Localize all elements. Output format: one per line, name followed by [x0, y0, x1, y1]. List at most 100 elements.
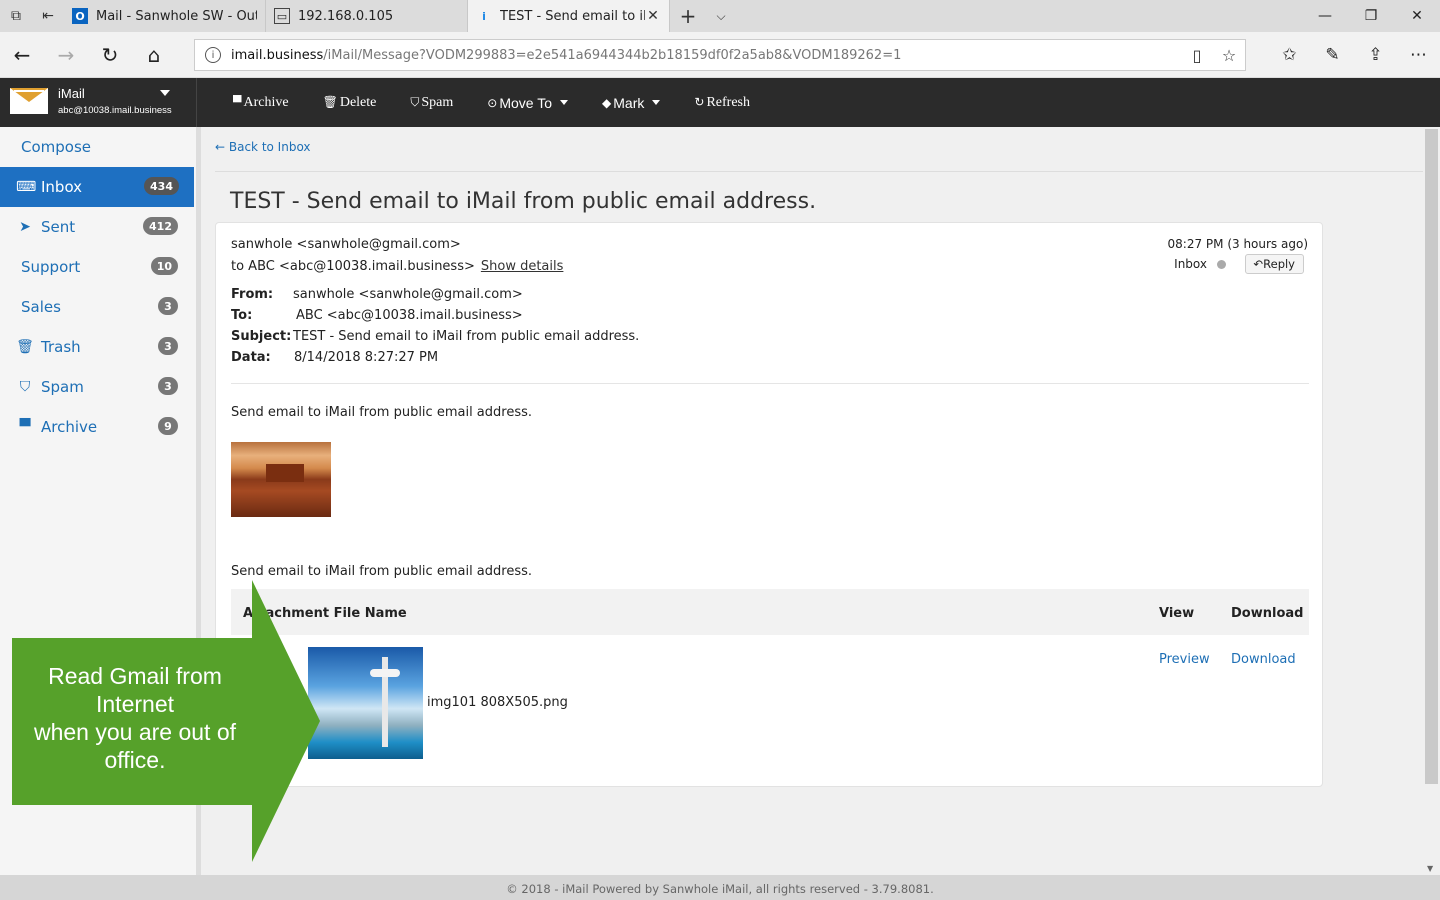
divider	[231, 383, 1309, 384]
browser-tab-router[interactable]: ▭ 192.168.0.105	[266, 0, 468, 32]
pen-icon[interactable]: ✎	[1311, 32, 1354, 78]
attachment-thumbnail[interactable]	[308, 647, 423, 759]
scrollbar-thumb[interactable]	[1425, 129, 1438, 784]
message-time: 08:27 PM (3 hours ago)	[1167, 237, 1308, 251]
tab-title: 192.168.0.105	[298, 8, 394, 24]
close-tab-icon[interactable]: ✕	[645, 8, 661, 24]
sidebar-item-label: Sales	[21, 298, 61, 316]
reply-button[interactable]: ↶ Reply	[1244, 254, 1304, 274]
sidebar-item-label: Sent	[41, 218, 76, 236]
sidebar-item-sent[interactable]: ➤ Sent 412	[0, 207, 196, 247]
attachment-filename: img101 808X505.png	[427, 695, 568, 710]
compose-label: Compose	[21, 138, 92, 156]
inline-image[interactable]	[231, 442, 331, 517]
recipient-line: to ABC <abc@10038.imail.business> Show de…	[231, 259, 563, 274]
caret-down-icon	[560, 100, 569, 105]
count-badge: 10	[150, 257, 178, 275]
trash-icon: 🗑	[322, 95, 338, 109]
sidebar-item-sales[interactable]: Sales 3	[0, 287, 196, 327]
sender-line: sanwhole <sanwhole@gmail.com>	[231, 237, 461, 252]
tag-icon: ◆	[602, 95, 612, 110]
account-switcher[interactable]: iMail abc@10038.imail.business	[0, 78, 197, 127]
move-to-button[interactable]: ⊙ Move To	[487, 94, 569, 111]
browser-tab-strip: ⧉ ⇤ O Mail - Sanwhole SW - Outlo ▭ 192.1…	[0, 0, 1440, 32]
close-window-icon[interactable]: ✕	[1394, 0, 1440, 32]
sidebar-item-inbox[interactable]: ⌨ Inbox 434	[0, 167, 194, 207]
sidebar-item-trash[interactable]: 🗑 Trash 3	[0, 327, 196, 367]
preview-link[interactable]: Preview	[1159, 652, 1210, 667]
download-link[interactable]: Download	[1231, 652, 1296, 667]
set-aside-tabs-icon[interactable]: ⇤	[32, 0, 64, 32]
thumbnail-tower-top	[370, 669, 400, 677]
reading-view-icon[interactable]: ▯	[1181, 46, 1213, 65]
address-host: imail.business	[231, 47, 324, 63]
arrow-left-icon: ←	[215, 140, 229, 154]
back-arrow-icon[interactable]: ←	[0, 32, 44, 78]
delete-button[interactable]: 🗑 Delete	[323, 95, 377, 111]
brand-name: iMail	[58, 86, 85, 101]
address-bar[interactable]: i imail.business /iMail/Message?VODM2998…	[194, 39, 1246, 71]
account-email: abc@10038.imail.business	[58, 105, 172, 116]
folder-label: Inbox	[1174, 257, 1207, 271]
archive-icon: ▀	[233, 95, 242, 109]
more-icon[interactable]: ⋯	[1397, 32, 1440, 78]
home-icon[interactable]: ⌂	[132, 32, 176, 78]
sidebar-item-spam[interactable]: ⛉ Spam 3	[0, 367, 196, 407]
circle-arrow-icon: ⊙	[487, 95, 498, 110]
vertical-scrollbar[interactable]: ▼	[1423, 127, 1440, 875]
archive-button[interactable]: ▀ Archive	[233, 95, 289, 111]
spam-button[interactable]: ⛉ Spam	[410, 95, 453, 111]
sidebar-item-label: Trash	[41, 338, 81, 356]
footer: © 2018 - iMail Powered by Sanwhole iMail…	[0, 875, 1440, 900]
browser-tab-imail[interactable]: i TEST - Send email to iM ✕	[468, 0, 670, 32]
subject-value: TEST - Send email to iMail from public e…	[293, 329, 640, 344]
shield-icon: ⛉	[19, 379, 31, 395]
show-details-link[interactable]: Show details	[481, 259, 564, 274]
back-label: Back to Inbox	[228, 140, 311, 154]
message-body-text: Send email to iMail from public email ad…	[231, 564, 533, 579]
new-tab-icon[interactable]: +	[670, 0, 706, 32]
mark-button[interactable]: ◆ Mark	[602, 95, 661, 111]
date-value: 8/14/2018 8:27:27 PM	[294, 350, 439, 365]
sidebar-item-support[interactable]: Support 10	[0, 247, 196, 287]
callout-arrow-shape	[252, 580, 320, 862]
move-to-label: Move To	[499, 94, 553, 111]
sidebar-item-label: Archive	[41, 418, 98, 436]
browser-toolbar-right: ✩ ✎ ⇪ ⋯	[1268, 32, 1440, 78]
refresh-icon[interactable]: ↻	[88, 32, 132, 78]
favorite-star-icon[interactable]: ☆	[1213, 46, 1245, 65]
compose-link[interactable]: Compose	[0, 127, 196, 167]
refresh-button[interactable]: ↻ Refresh	[694, 95, 750, 111]
back-to-inbox-link[interactable]: ← Back to Inbox	[215, 140, 311, 154]
browser-tab-outlook[interactable]: O Mail - Sanwhole SW - Outlo	[64, 0, 266, 32]
restore-icon[interactable]: ❐	[1348, 0, 1394, 32]
trash-icon: 🗑	[16, 339, 34, 355]
sidebar-item-archive[interactable]: ▀ Archive 9	[0, 407, 196, 447]
count-badge: 3	[158, 337, 178, 355]
address-path: /iMail/Message?VODM299883=e2e541a6944344…	[323, 47, 902, 63]
page-title: TEST - Send email to iMail from public e…	[230, 189, 817, 214]
message-body-text: Send email to iMail from public email ad…	[231, 405, 533, 420]
shield-icon: ⛉	[410, 95, 420, 109]
scroll-down-icon[interactable]: ▼	[1427, 864, 1433, 873]
minimize-icon[interactable]: —	[1302, 0, 1348, 32]
archive-icon: ▀	[19, 419, 31, 435]
share-icon[interactable]: ⇪	[1354, 32, 1397, 78]
app-header: iMail abc@10038.imail.business ▀ Archive …	[0, 78, 1440, 127]
sidebar-item-label: Inbox	[41, 178, 83, 196]
forward-arrow-icon[interactable]: →	[44, 32, 88, 78]
count-badge: 9	[158, 417, 178, 435]
info-icon[interactable]: i	[205, 47, 221, 63]
favorites-icon[interactable]: ✩	[1268, 32, 1311, 78]
tab-preview-icon[interactable]: ⧉	[0, 0, 32, 32]
from-label: From:	[231, 287, 274, 302]
attachments-header: Attachment File Name View Download	[231, 589, 1309, 635]
count-badge: 434	[144, 177, 179, 195]
to-value: ABC <abc@10038.imail.business>	[296, 308, 523, 323]
chevron-down-icon[interactable]: ⌵	[706, 0, 736, 32]
refresh-label: Refresh	[706, 94, 750, 110]
folder-indicator: Inbox	[1174, 257, 1226, 271]
count-badge: 412	[143, 217, 178, 235]
inbox-icon: ⌨	[16, 179, 37, 195]
message-view: ← Back to Inbox TEST - Send email to iMa…	[201, 127, 1423, 875]
